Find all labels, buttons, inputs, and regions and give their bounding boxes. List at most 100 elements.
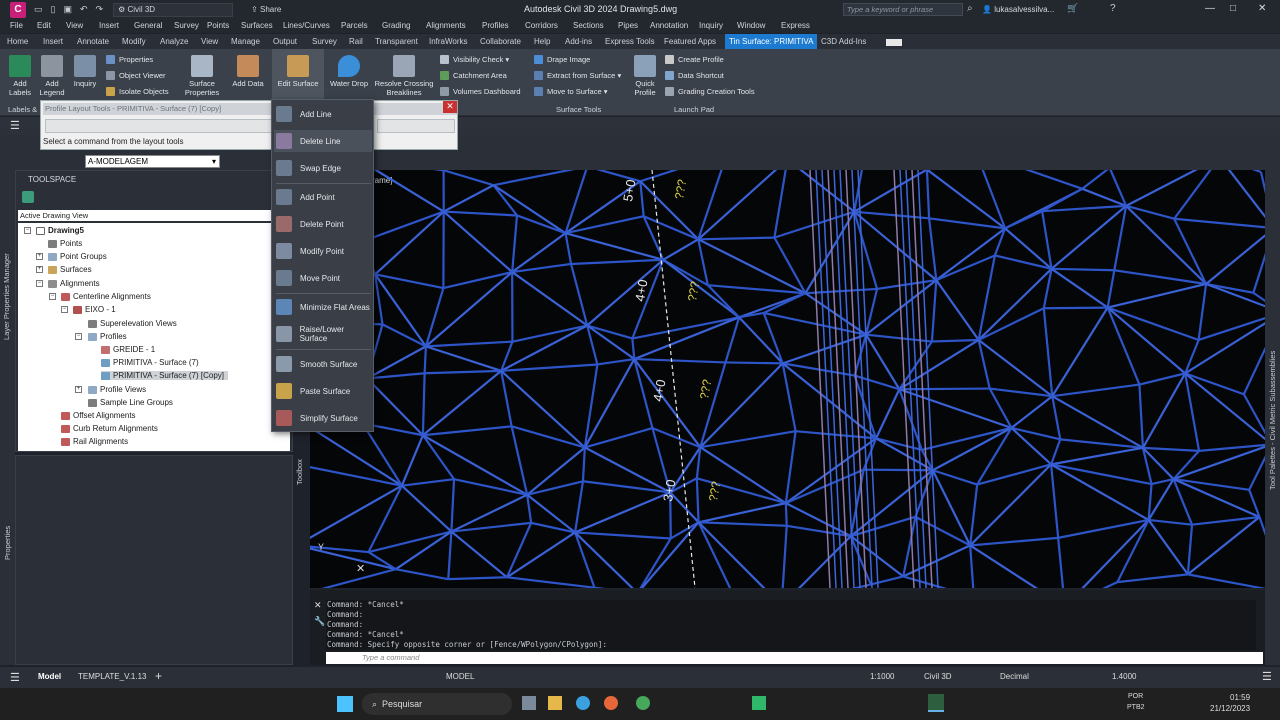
menu-points[interactable]: Points [207, 21, 229, 30]
move-to-surface-button[interactable]: Move to Surface ▾ [534, 87, 607, 96]
clock-date[interactable]: 21/12/2023 [1210, 704, 1250, 713]
workspace-select[interactable]: ⚙ Civil 3D [113, 2, 234, 17]
tab-express-tools[interactable]: Express Tools [605, 37, 655, 46]
menu-grading[interactable]: Grading [382, 21, 410, 30]
tab-c3d-add-ins[interactable]: C3D Add-Ins [821, 37, 866, 46]
menu-inquiry[interactable]: Inquiry [699, 21, 723, 30]
search-input[interactable]: Type a keyword or phrase [843, 3, 963, 16]
keyboard-layout[interactable]: PTB2 [1127, 704, 1145, 711]
undo-icon[interactable]: ↶ [80, 4, 88, 15]
add-data-button[interactable]: Add Data [228, 55, 268, 88]
expand-toggle[interactable]: − [36, 280, 43, 287]
wrench-icon[interactable]: 🔧 [314, 616, 325, 627]
drawing-canvas[interactable]: rame] 5+0 ??? 4+0 ??? 4+0 ??? 3+0 ??? Y … [310, 170, 1265, 588]
menu-add-point[interactable]: Add Point [274, 186, 372, 208]
expand-toggle[interactable]: − [49, 293, 56, 300]
menu-modify-point[interactable]: Modify Point [274, 240, 372, 262]
redo-icon[interactable]: ↷ [96, 4, 104, 15]
tree-item-sample-line-groups[interactable]: Sample Line Groups [88, 398, 173, 407]
properties-button[interactable]: Properties [106, 55, 153, 64]
minimize-button[interactable]: — [1205, 3, 1215, 14]
tab-home[interactable]: Home [7, 37, 28, 46]
maximize-button[interactable]: □ [1230, 3, 1236, 14]
menu-paste-surface[interactable]: Paste Surface [274, 380, 372, 402]
menu-delete-point[interactable]: Delete Point [274, 213, 372, 235]
tree-item-profiles[interactable]: Profiles [88, 332, 127, 341]
menu-corridors[interactable]: Corridors [525, 21, 558, 30]
menu-move-point[interactable]: Move Point [274, 267, 372, 289]
user-account[interactable]: 👤 lukasalvessilva... [982, 5, 1054, 14]
prospector-icon[interactable] [22, 191, 34, 203]
tab-transparent[interactable]: Transparent [375, 37, 418, 46]
object-viewer-button[interactable]: Object Viewer [106, 71, 166, 80]
task-view-icon[interactable] [522, 696, 536, 710]
expand-toggle[interactable]: + [36, 253, 43, 260]
menu-delete-line[interactable]: Delete Line [274, 130, 372, 152]
grading-creation-tools-button[interactable]: Grading Creation Tools [665, 87, 755, 96]
menu-surfaces[interactable]: Surfaces [241, 21, 273, 30]
folder-icon[interactable]: ▭ [34, 4, 43, 15]
menu-file[interactable]: File [10, 21, 23, 30]
menu-sections[interactable]: Sections [573, 21, 604, 30]
search-icon[interactable]: ⌕ [967, 3, 973, 14]
extract-from-surface-button[interactable]: Extract from Surface ▾ [534, 71, 621, 80]
ribbon-toggle-button[interactable] [886, 39, 902, 46]
tab-add-ins[interactable]: Add-ins [565, 37, 592, 46]
share-button[interactable]: ⇪ Share [251, 5, 281, 14]
menu-pipes[interactable]: Pipes [618, 21, 638, 30]
tree-item-greide-1[interactable]: GREIDE - 1 [101, 345, 155, 354]
tree-item-alignments[interactable]: Alignments [48, 279, 100, 288]
hamburger-menu-icon[interactable]: ☰ [10, 119, 20, 132]
tab-view[interactable]: View [201, 37, 218, 46]
create-profile-button[interactable]: Create Profile [665, 55, 724, 64]
open-icon[interactable]: ▯ [51, 4, 56, 15]
layer-dropdown[interactable]: A-MODELAGEM ▾ [85, 155, 220, 168]
quick-profile-button[interactable]: Quick Profile [632, 55, 658, 97]
menu-annotation[interactable]: Annotation [650, 21, 688, 30]
volumes-dashboard-button[interactable]: Volumes Dashboard [440, 87, 521, 96]
windows-start-icon[interactable] [337, 696, 353, 712]
expand-toggle[interactable]: + [36, 266, 43, 273]
tab-infraworks[interactable]: InfraWorks [429, 37, 468, 46]
menu-alignments[interactable]: Alignments [426, 21, 466, 30]
cart-icon[interactable]: 🛒 [1067, 3, 1078, 14]
units-select[interactable]: Decimal [1000, 672, 1029, 681]
tree-item-primitiva-surface-copy[interactable]: PRIMITIVA - Surface (7) [Copy] [101, 371, 228, 380]
menu-parcels[interactable]: Parcels [341, 21, 368, 30]
layout-tools-icon-row[interactable] [377, 119, 455, 133]
menu-swap-edge[interactable]: Swap Edge [274, 157, 372, 179]
civil3d-taskbar-icon[interactable] [928, 694, 944, 712]
add-layout-icon[interactable]: + [155, 669, 162, 683]
chrome-icon[interactable] [636, 696, 650, 710]
tree-item-primitiva-surface[interactable]: PRIMITIVA - Surface (7) [101, 358, 199, 367]
tab-analyze[interactable]: Analyze [160, 37, 188, 46]
data-shortcut-button[interactable]: Data Shortcut [665, 71, 724, 80]
drape-image-button[interactable]: Drape Image [534, 55, 590, 64]
tree-item-point-groups[interactable]: Point Groups [48, 252, 107, 261]
help-icon[interactable]: ? [1110, 3, 1116, 14]
toolbox-label[interactable]: Toolbox [295, 459, 304, 485]
tree-item-eixo-1[interactable]: EIXO - 1 [73, 305, 116, 314]
expand-toggle[interactable]: − [24, 227, 31, 234]
menu-edit[interactable]: Edit [37, 21, 51, 30]
tab-insert[interactable]: Insert [43, 37, 63, 46]
tool-palettes-label[interactable]: Tool Palettes - Civil Metric Subassembli… [1268, 351, 1277, 490]
tab-collaborate[interactable]: Collaborate [480, 37, 521, 46]
menu-profiles[interactable]: Profiles [482, 21, 509, 30]
input-language[interactable]: POR [1128, 693, 1143, 700]
water-drop-button[interactable]: Water Drop [328, 55, 370, 88]
active-drawing-view-select[interactable]: Active Drawing View [18, 210, 290, 221]
menu-simplify-surface[interactable]: Simplify Surface [274, 407, 372, 429]
tab-rail[interactable]: Rail [349, 37, 363, 46]
layouts-menu-icon[interactable]: ☰ [10, 671, 20, 684]
layer-properties-manager-label[interactable]: Layer Properties Manager [2, 253, 11, 340]
customize-status-icon[interactable]: ☰ [1262, 670, 1272, 683]
expand-toggle[interactable]: − [75, 333, 82, 340]
tree-item-centerline-alignments[interactable]: Centerline Alignments [61, 292, 151, 301]
catchment-area-button[interactable]: Catchment Area [440, 71, 507, 80]
close-button[interactable]: ✕ [1258, 3, 1266, 14]
workspace-status-select[interactable]: Civil 3D [924, 672, 952, 681]
tree-item-surfaces[interactable]: Surfaces [48, 265, 92, 274]
menu-express[interactable]: Express [781, 21, 810, 30]
tab-model[interactable]: Model [38, 672, 61, 681]
